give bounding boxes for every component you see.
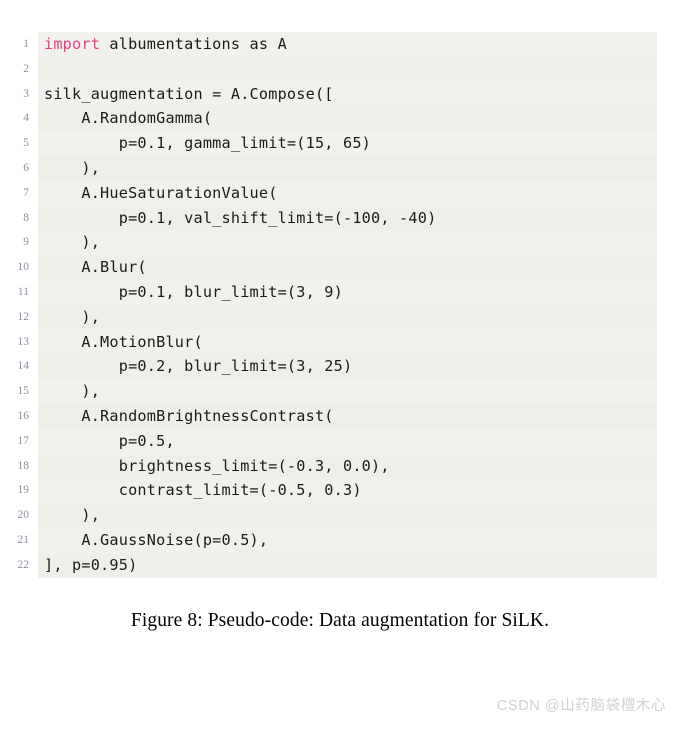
code-line-source: p=0.2, blur_limit=(3, 25) (38, 354, 657, 379)
code-text: A.RandomGamma( (44, 109, 213, 128)
code-line-source: ], p=0.95) (38, 553, 657, 578)
code-line: 12 ), (0, 304, 657, 330)
code-line: 8 p=0.1, val_shift_limit=(-100, -40) (0, 205, 657, 231)
code-text: A.HueSaturationValue( (44, 183, 278, 202)
code-text: p=0.5, (44, 431, 175, 450)
code-text: albumentations as A (100, 35, 287, 53)
code-line-number: 12 (0, 304, 38, 330)
figure-caption: Figure 8: Pseudo-code: Data augmentation… (130, 610, 550, 631)
code-line-source: silk_augmentation = A.Compose([ (38, 82, 657, 107)
code-line: 11 p=0.1, blur_limit=(3, 9) (0, 279, 657, 305)
code-line-number: 13 (0, 329, 38, 355)
code-line-number: 6 (0, 155, 38, 181)
code-keyword: import (44, 35, 101, 53)
code-text: A.RandomBrightnessContrast( (44, 406, 334, 425)
code-line-source: ), (38, 379, 657, 404)
code-line-number: 7 (0, 180, 38, 206)
code-block[interactable]: 1 import albumentations as A 2 3 silk_augmen… (0, 32, 657, 578)
code-line: 21 A.GaussNoise(p=0.5), (0, 527, 657, 553)
code-line-source: A.RandomBrightnessContrast( (38, 404, 657, 429)
code-line-number: 22 (0, 552, 38, 578)
code-line: 16 A.RandomBrightnessContrast( (0, 403, 657, 429)
code-line-source: A.RandomGamma( (38, 106, 657, 131)
code-line: 9 ), (0, 230, 657, 256)
code-figure: 1 import albumentations as A 2 3 silk_augmen… (0, 32, 657, 578)
code-line-source: p=0.1, val_shift_limit=(-100, -40) (38, 206, 657, 231)
code-line-number: 21 (0, 527, 38, 553)
code-line: 4 A.RandomGamma( (0, 106, 657, 132)
code-line-source: ), (38, 305, 657, 330)
code-line-number: 16 (0, 403, 38, 429)
code-line: 18 brightness_limit=(-0.3, 0.0), (0, 453, 657, 479)
code-line-number: 2 (0, 56, 38, 82)
code-line: 5 p=0.1, gamma_limit=(15, 65) (0, 131, 657, 156)
code-line: 22 ], p=0.95) (0, 552, 657, 578)
code-text: A.Blur( (44, 258, 147, 277)
code-line: 13 A.MotionBlur( (0, 329, 657, 355)
code-line-number: 20 (0, 503, 38, 528)
code-line-source: A.GaussNoise(p=0.5), (38, 528, 657, 553)
code-text: p=0.1, gamma_limit=(15, 65) (44, 134, 372, 153)
code-text: brightness_limit=(-0.3, 0.0), (44, 456, 390, 475)
code-line: 1 import albumentations as A (0, 32, 657, 57)
code-line: 15 ), (0, 379, 657, 404)
code-line: 2 (0, 56, 657, 82)
code-line-source: A.Blur( (38, 255, 657, 280)
code-line: 3 silk_augmentation = A.Compose([ (0, 81, 657, 107)
code-line-number: 1 (0, 32, 38, 57)
code-line: 14 p=0.2, blur_limit=(3, 25) (0, 354, 657, 380)
code-line-number: 8 (0, 205, 38, 231)
code-line: 7 A.HueSaturationValue( (0, 180, 657, 206)
code-line-source: p=0.1, gamma_limit=(15, 65) (38, 131, 657, 156)
code-line-number: 19 (0, 478, 38, 504)
code-line-source: import albumentations as A (38, 32, 657, 57)
code-line-source: ), (38, 156, 657, 181)
code-line-source: ), (38, 503, 657, 528)
code-line-source: brightness_limit=(-0.3, 0.0), (38, 454, 657, 479)
code-text: A.MotionBlur( (44, 332, 203, 351)
code-text: ), (44, 307, 101, 326)
code-line-number: 4 (0, 106, 38, 132)
code-text: ], p=0.95) (44, 555, 138, 574)
code-text: ), (44, 233, 101, 252)
code-line-number: 17 (0, 428, 38, 454)
code-line: 20 ), (0, 503, 657, 528)
code-text: silk_augmentation = A.Compose([ (44, 84, 334, 103)
code-text: ), (44, 382, 101, 401)
code-text: p=0.2, blur_limit=(3, 25) (44, 357, 353, 376)
code-line-number: 5 (0, 131, 38, 156)
code-line-number: 10 (0, 255, 38, 280)
code-line-number: 18 (0, 453, 38, 479)
code-line-number: 15 (0, 379, 38, 404)
code-text: p=0.1, blur_limit=(3, 9) (44, 282, 343, 301)
code-text: A.GaussNoise(p=0.5), (44, 530, 269, 549)
code-line: 17 p=0.5, (0, 428, 657, 454)
code-line-source: p=0.5, (38, 429, 657, 454)
code-line-source (38, 57, 657, 82)
code-line: 6 ), (0, 155, 657, 181)
code-line-number: 14 (0, 354, 38, 380)
watermark: CSDN @山药脑袋檀木心 (496, 698, 666, 714)
code-text: ), (44, 506, 101, 525)
code-line: 10 A.Blur( (0, 255, 657, 280)
code-text: p=0.1, val_shift_limit=(-100, -40) (44, 208, 437, 227)
code-line-source: p=0.1, blur_limit=(3, 9) (38, 280, 657, 305)
code-line-source: contrast_limit=(-0.5, 0.3) (38, 478, 657, 503)
code-text: contrast_limit=(-0.5, 0.3) (44, 481, 362, 500)
code-line: 19 contrast_limit=(-0.5, 0.3) (0, 478, 657, 504)
code-line-number: 9 (0, 230, 38, 256)
code-line-source: A.HueSaturationValue( (38, 181, 657, 206)
code-line-source: ), (38, 230, 657, 255)
code-text: ), (44, 158, 101, 177)
code-line-source: A.MotionBlur( (38, 330, 657, 355)
code-line-number: 11 (0, 279, 38, 305)
code-line-number: 3 (0, 81, 38, 107)
